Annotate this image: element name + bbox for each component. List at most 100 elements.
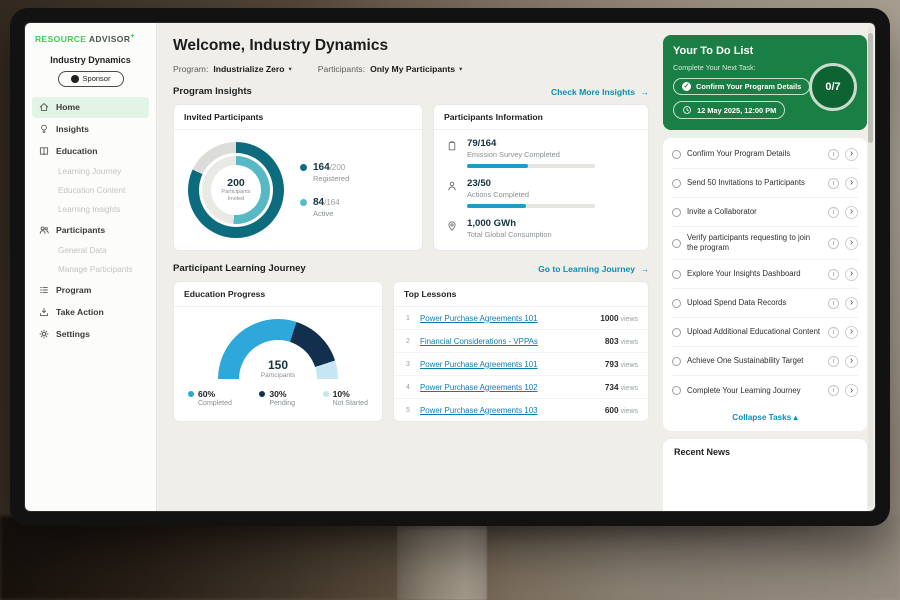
info-icon[interactable]: i	[828, 385, 839, 396]
task-row-explore-your-insights-dashboard[interactable]: Explore Your Insights Dashboardi›	[672, 260, 858, 289]
task-checkbox[interactable]	[672, 328, 681, 337]
arrow-right-icon: →	[640, 87, 649, 97]
chevron-right-icon[interactable]: ›	[845, 206, 858, 219]
participants-icon	[38, 224, 50, 236]
task-checkbox[interactable]	[672, 270, 681, 279]
filter-bar: Program: Industrialize Zero ▾ Participan…	[173, 64, 649, 74]
task-row-confirm-your-program-details[interactable]: Confirm Your Program Detailsi›	[672, 140, 858, 169]
sidebar-item-take-action[interactable]: Take Action	[32, 302, 149, 323]
chevron-right-icon[interactable]: ›	[845, 148, 858, 161]
learning-journey-header: Participant Learning Journey Go to Learn…	[173, 263, 649, 274]
task-checkbox[interactable]	[672, 386, 681, 395]
task-row-upload-additional-educational-content[interactable]: Upload Additional Educational Contenti›	[672, 318, 858, 347]
go-to-learning-journey-link[interactable]: Go to Learning Journey →	[538, 264, 649, 274]
scrollbar[interactable]	[868, 27, 873, 507]
lesson-views-count: 734	[605, 383, 619, 392]
sidebar-item-insights[interactable]: Insights	[32, 119, 149, 140]
scrollbar-thumb[interactable]	[868, 33, 873, 143]
info-icon[interactable]: i	[828, 178, 839, 189]
sidebar-item-label: Participants	[56, 225, 105, 235]
recent-news-title: Recent News	[674, 447, 730, 457]
lesson-views: 1000 views	[600, 314, 638, 323]
task-row-achieve-one-sustainability-target[interactable]: Achieve One Sustainability Targeti›	[672, 347, 858, 376]
sidebar-item-settings[interactable]: Settings	[32, 324, 149, 345]
lesson-link[interactable]: Power Purchase Agreements 102	[420, 383, 597, 392]
chevron-right-icon[interactable]: ›	[845, 177, 858, 190]
todo-next-task-pill[interactable]: ✓ Confirm Your Program Details	[673, 78, 810, 95]
sidebar-item-home[interactable]: Home	[32, 97, 149, 118]
task-checkbox[interactable]	[672, 357, 681, 366]
info-icon[interactable]: i	[828, 327, 839, 338]
todo-task-card: Confirm Your Program Detailsi›Send 50 In…	[663, 138, 867, 431]
sidebar-item-participants[interactable]: Participants	[32, 220, 149, 241]
task-label: Complete Your Learning Journey	[687, 386, 822, 396]
participants-filter[interactable]: Participants: Only My Participants ▾	[318, 64, 463, 74]
sidebar-item-label: Manage Participants	[58, 265, 133, 274]
collapse-tasks-label: Collapse Tasks	[732, 413, 791, 422]
logo-plus: +	[130, 33, 135, 40]
gauge-legend-text: 10%Not Started	[333, 389, 368, 407]
education-icon	[38, 145, 50, 157]
task-row-send-50-invitations-to-participants[interactable]: Send 50 Invitations to Participantsi›	[672, 169, 858, 198]
info-label: Total Global Consumption	[467, 230, 552, 239]
task-row-complete-your-learning-journey[interactable]: Complete Your Learning Journey i ›	[672, 376, 858, 405]
pin-icon	[446, 219, 458, 231]
lesson-link[interactable]: Financial Considerations - VPPAs	[420, 337, 597, 346]
task-checkbox[interactable]	[672, 299, 681, 308]
lesson-link[interactable]: Power Purchase Agreements 101	[420, 314, 592, 323]
sidebar-item-learning-insights[interactable]: Learning Insights	[32, 201, 149, 219]
lesson-link[interactable]: Power Purchase Agreements 101	[420, 360, 597, 369]
collapse-tasks-link[interactable]: Collapse Tasks ▴	[672, 405, 858, 429]
info-icon[interactable]: i	[828, 298, 839, 309]
gauge-legend-pct: 10%	[333, 389, 368, 399]
task-checkbox[interactable]	[672, 239, 681, 248]
info-icon[interactable]: i	[828, 238, 839, 249]
active-dot	[300, 199, 307, 206]
invited-participants-title: Invited Participants	[174, 105, 422, 130]
sidebar-item-learning-journey[interactable]: Learning Journey	[32, 163, 149, 181]
lesson-link[interactable]: Power Purchase Agreements 103	[420, 406, 597, 415]
check-more-insights-link[interactable]: Check More Insights →	[551, 87, 649, 97]
info-value: 23/50	[467, 178, 595, 189]
task-label: Invite a Collaborator	[687, 207, 822, 217]
info-value: 79/164	[467, 138, 595, 149]
info-icon[interactable]: i	[828, 149, 839, 160]
sidebar-item-label: Settings	[56, 329, 90, 339]
task-row-invite-a-collaborator[interactable]: Invite a Collaborator i ›	[672, 198, 858, 227]
info-icon[interactable]: i	[828, 356, 839, 367]
chevron-right-icon[interactable]: ›	[845, 326, 858, 339]
sidebar-item-label: Education	[56, 146, 98, 156]
info-icon[interactable]: i	[828, 269, 839, 280]
info-icon[interactable]: i	[828, 207, 839, 218]
task-row-verify-participants-requesting-to-join-the-program[interactable]: Verify participants requesting to join t…	[672, 227, 858, 260]
sidebar-item-manage-participants[interactable]: Manage Participants	[32, 261, 149, 279]
chevron-right-icon[interactable]: ›	[845, 268, 858, 281]
task-checkbox[interactable]	[672, 208, 681, 217]
monitor-stand	[397, 522, 487, 600]
sponsor-icon	[71, 75, 79, 83]
chevron-right-icon[interactable]: ›	[845, 384, 858, 397]
invited-donut-chart: 200 Participants Invited	[188, 142, 284, 238]
legend-text: 84/164Active	[313, 197, 340, 218]
go-to-learning-journey-label: Go to Learning Journey	[538, 264, 635, 274]
sidebar-item-education[interactable]: Education	[32, 141, 149, 162]
lesson-rank: 2	[404, 338, 412, 345]
task-checkbox[interactable]	[672, 179, 681, 188]
task-row-upload-spend-data-records[interactable]: Upload Spend Data Recordsi›	[672, 289, 858, 318]
info-value: 1,000 GWh	[467, 218, 552, 229]
chevron-right-icon[interactable]: ›	[845, 355, 858, 368]
task-checkbox[interactable]	[672, 150, 681, 159]
task-label: Verify participants requesting to join t…	[687, 233, 822, 253]
sidebar-item-general-data[interactable]: General Data	[32, 242, 149, 260]
lesson-row: 1Power Purchase Agreements 1011000 views	[394, 307, 648, 330]
program-filter[interactable]: Program: Industrialize Zero ▾	[173, 64, 292, 74]
sidebar-item-education-content[interactable]: Education Content	[32, 182, 149, 200]
chevron-right-icon[interactable]: ›	[845, 237, 858, 250]
chevron-right-icon[interactable]: ›	[845, 297, 858, 310]
sidebar-item-program[interactable]: Program	[32, 280, 149, 301]
todo-title: Your To Do List	[673, 45, 857, 57]
legend-text: 164/200Registered	[313, 162, 349, 183]
sponsor-badge[interactable]: Sponsor	[58, 71, 124, 87]
lesson-row: 2Financial Considerations - VPPAs803 vie…	[394, 330, 648, 353]
gauge-legend-pct: 60%	[198, 389, 232, 399]
